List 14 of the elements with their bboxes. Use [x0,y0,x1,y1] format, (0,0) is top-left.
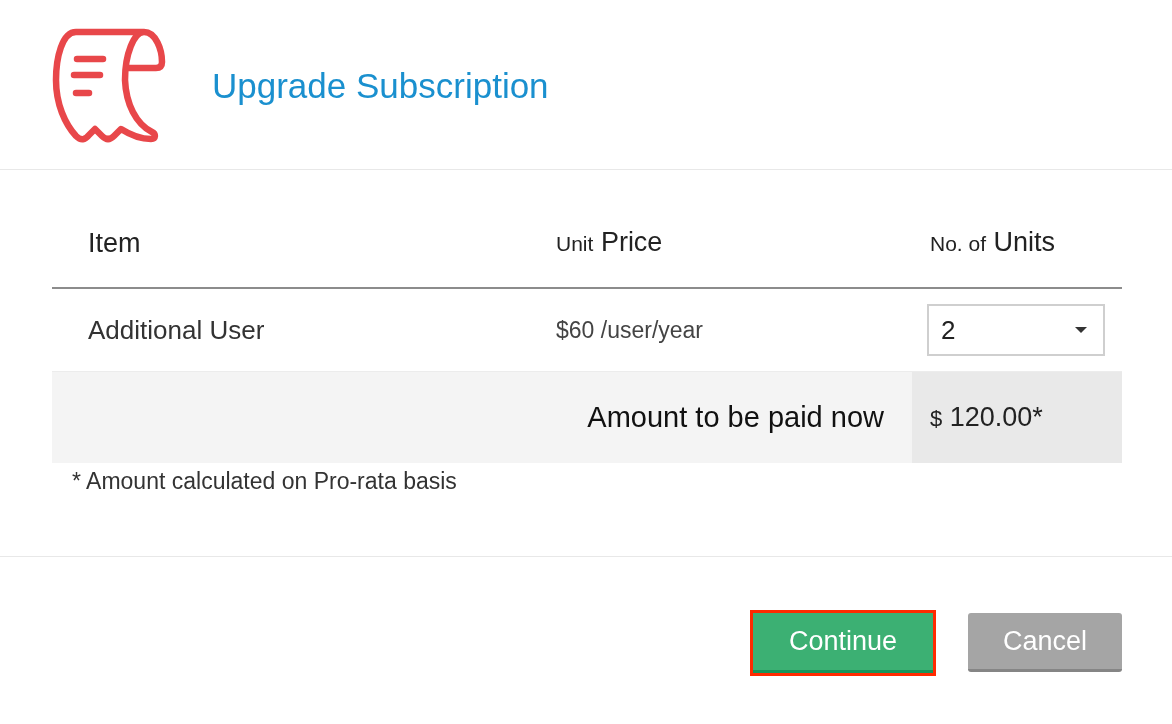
dialog-button[interactable]: Cancel [968,613,1122,672]
total-amount: $ 120.00* [930,402,1043,433]
column-header: Item [88,226,141,259]
footnote: * Amount calculated on Pro-rata basis [72,468,457,495]
item-name: Additional User [88,314,265,346]
unit-price: $60 /user/year [556,316,704,344]
column-header: No. of Units [930,225,1056,259]
dialog-title: Upgrade Subscription [212,66,549,106]
total-label: Amount to be paid now [586,401,885,434]
receipt-icon [52,28,166,144]
units-select[interactable]: 2 [927,304,1105,356]
caret-icon [1075,327,1087,333]
column-header: Unit Price [556,225,663,259]
dialog-button[interactable]: Continue [753,613,933,673]
